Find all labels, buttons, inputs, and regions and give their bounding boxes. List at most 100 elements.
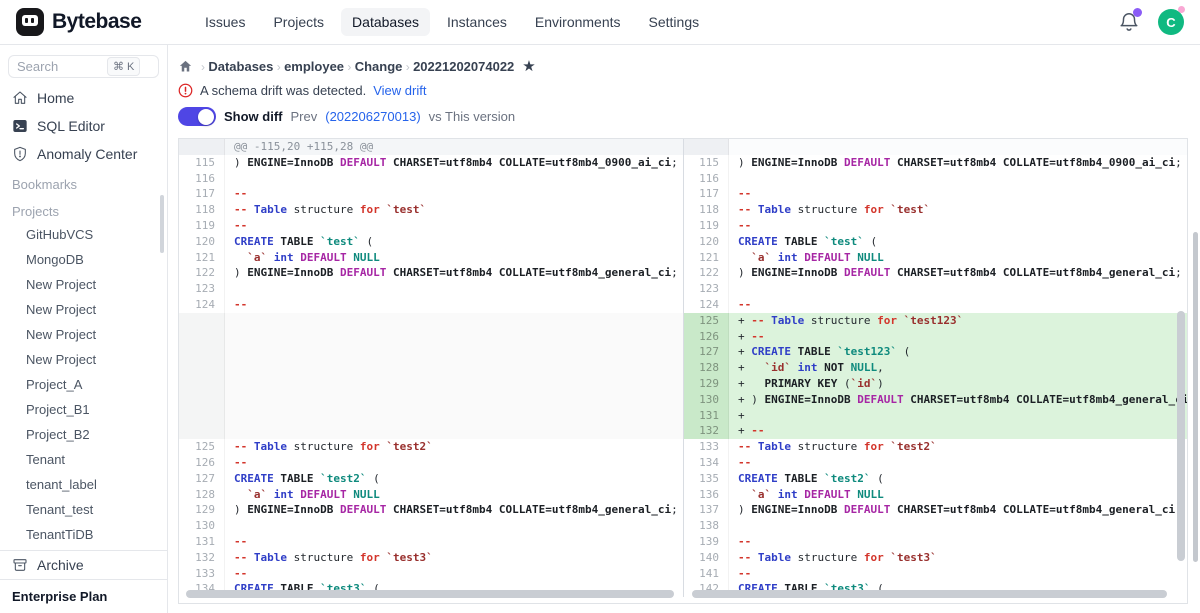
breadcrumb-item[interactable]: Databases	[208, 59, 273, 74]
project-item[interactable]: Project_B1	[0, 397, 167, 422]
hunk-header-text: @@ -115,20 +115,28 @@	[225, 139, 683, 155]
line-number: 135	[683, 471, 729, 487]
star-icon[interactable]: ★	[522, 59, 535, 74]
brand-name: Bytebase	[52, 10, 141, 34]
search-input[interactable]	[17, 59, 103, 74]
code-line: --	[729, 534, 1187, 550]
code-line: + `id` int NOT NULL,	[729, 360, 1187, 376]
nav-item-issues[interactable]: Issues	[194, 8, 256, 36]
code-line: CREATE TABLE `test` (	[729, 234, 1187, 250]
code-line: --	[729, 186, 1187, 202]
diff-row: 125-- Table structure for `test2`133-- T…	[179, 439, 1187, 455]
project-item[interactable]: New Project	[0, 347, 167, 372]
sidebar-item-archive[interactable]: Archive	[0, 551, 167, 579]
diff-row: 117--117--	[179, 186, 1187, 202]
project-item[interactable]: New Project	[0, 297, 167, 322]
show-diff-label: Show diff	[224, 109, 283, 124]
code-line: + CREATE TABLE `test123` (	[729, 344, 1187, 360]
nav-item-instances[interactable]: Instances	[436, 8, 518, 36]
diff-row: 131+	[179, 408, 1187, 424]
code-line	[225, 360, 683, 376]
sidebar-item-label: SQL Editor	[37, 118, 105, 134]
line-number: 119	[179, 218, 225, 234]
code-line	[225, 392, 683, 408]
sidebar-scrollbar[interactable]	[160, 195, 164, 253]
code-line	[225, 171, 683, 187]
search-shortcut-badge: ⌘ K	[107, 57, 140, 76]
diff-row: 125+ -- Table structure for `test123`	[179, 313, 1187, 329]
project-item[interactable]: New Project	[0, 272, 167, 297]
show-diff-toggle[interactable]	[178, 107, 216, 126]
project-item[interactable]: TenantTiDB	[0, 522, 167, 547]
breadcrumb-item[interactable]: employee	[284, 59, 344, 74]
code-line	[729, 281, 1187, 297]
schema-drift-alert: A schema drift was detected. View drift	[178, 83, 1188, 98]
diff-row: 132-- Table structure for `test3`140-- T…	[179, 550, 1187, 566]
code-line: `a` int DEFAULT NULL	[729, 487, 1187, 503]
code-line: + --	[729, 423, 1187, 439]
project-item[interactable]: MongoDB	[0, 247, 167, 272]
main-content: › Databases › employee › Change › 202212…	[168, 45, 1200, 613]
code-line	[225, 376, 683, 392]
notifications-button[interactable]	[1118, 11, 1140, 33]
diff-row: 115) ENGINE=InnoDB DEFAULT CHARSET=utf8m…	[179, 155, 1187, 171]
schema-diff-viewer: @@ -115,20 +115,28 @@115) ENGINE=InnoDB …	[178, 138, 1188, 604]
line-number: 132	[179, 550, 225, 566]
line-number	[179, 408, 225, 424]
right-pane-horizontal-scrollbar[interactable]	[692, 590, 1167, 598]
line-number: 126	[179, 455, 225, 471]
line-number: 127	[683, 344, 729, 360]
diff-row: 128 `a` int DEFAULT NULL136 `a` int DEFA…	[179, 487, 1187, 503]
project-item[interactable]: New Project	[0, 322, 167, 347]
line-number: 134	[683, 455, 729, 471]
sidebar-item-home[interactable]: Home	[0, 84, 167, 112]
project-item[interactable]: Tenant_test	[0, 497, 167, 522]
code-line	[225, 281, 683, 297]
page-scrollbar[interactable]	[1193, 232, 1198, 562]
project-item[interactable]: GitHubVCS	[0, 222, 167, 247]
diff-vertical-scrollbar[interactable]	[1177, 311, 1185, 561]
avatar[interactable]: C	[1158, 9, 1184, 35]
code-line	[225, 329, 683, 345]
line-number: 123	[179, 281, 225, 297]
avatar-status-dot	[1178, 6, 1185, 13]
search-box[interactable]: ⌘ K	[8, 55, 159, 78]
archive-icon	[12, 557, 28, 573]
line-number: 120	[179, 234, 225, 250]
line-number: 141	[683, 566, 729, 582]
left-pane-horizontal-scrollbar[interactable]	[186, 590, 674, 598]
nav-item-environments[interactable]: Environments	[524, 8, 632, 36]
code-line: + PRIMARY KEY (`id`)	[729, 376, 1187, 392]
view-drift-link[interactable]: View drift	[373, 83, 426, 98]
nav-item-settings[interactable]: Settings	[638, 8, 711, 36]
line-number: 129	[179, 502, 225, 518]
line-number: 125	[683, 313, 729, 329]
line-number: 116	[683, 171, 729, 187]
line-number: 131	[179, 534, 225, 550]
project-item[interactable]: Tenant	[0, 447, 167, 472]
breadcrumb-item[interactable]: 20221202074022	[413, 59, 514, 74]
line-number	[179, 344, 225, 360]
project-item[interactable]: Project_B2	[0, 422, 167, 447]
sidebar-item-sql-editor[interactable]: SQL Editor	[0, 112, 167, 140]
code-line: -- Table structure for `test`	[729, 202, 1187, 218]
sidebar-item-anomaly-center[interactable]: Anomaly Center	[0, 140, 167, 168]
line-number: 115	[683, 155, 729, 171]
home-breadcrumb-icon[interactable]	[178, 59, 193, 74]
project-item[interactable]: tenant_label	[0, 472, 167, 497]
vs-label: vs This version	[429, 109, 515, 124]
breadcrumb-separator: ›	[273, 60, 284, 74]
prev-version-link[interactable]: (202206270013)	[325, 109, 420, 124]
shield-icon	[12, 146, 28, 162]
sidebar-item-label: Home	[37, 90, 74, 106]
code-line: ) ENGINE=InnoDB DEFAULT CHARSET=utf8mb4 …	[729, 155, 1187, 171]
code-line: -- Table structure for `test3`	[729, 550, 1187, 566]
nav-item-projects[interactable]: Projects	[262, 8, 335, 36]
nav-item-databases[interactable]: Databases	[341, 8, 430, 36]
project-item[interactable]: Project_A	[0, 372, 167, 397]
code-line	[225, 423, 683, 439]
code-line: --	[225, 455, 683, 471]
breadcrumb-item[interactable]: Change	[355, 59, 403, 74]
bytebase-logo[interactable]: Bytebase	[16, 8, 180, 36]
hunk-header-row: @@ -115,20 +115,28 @@	[179, 139, 1187, 155]
